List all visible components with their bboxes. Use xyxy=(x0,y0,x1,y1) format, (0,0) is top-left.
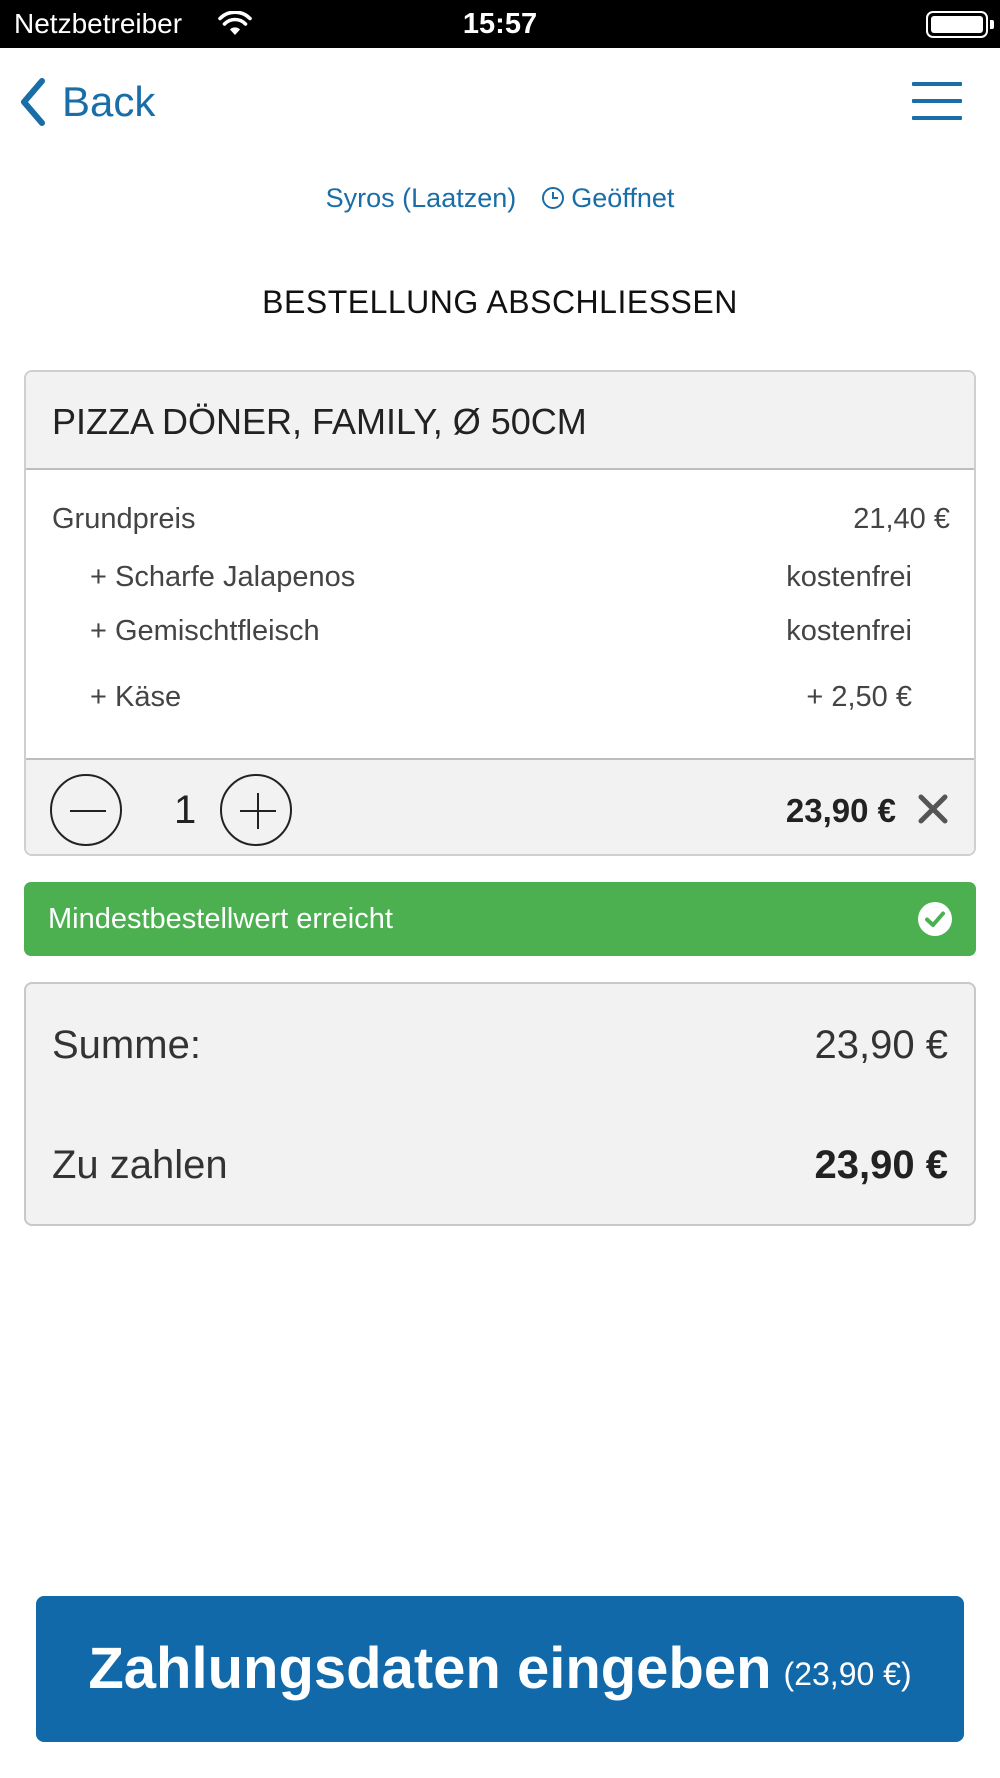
check-circle-icon xyxy=(918,902,952,936)
enter-payment-button[interactable]: Zahlungsdaten eingeben (23,90 €) xyxy=(36,1596,964,1742)
restaurant-location: (Laatzen) xyxy=(402,183,517,213)
status-bar: Netzbetreiber 15:57 xyxy=(0,0,1000,48)
open-status: Geöffnet xyxy=(571,183,675,213)
extra-price: + 2,50 € xyxy=(806,681,912,713)
extra-label: + Scharfe Jalapenos xyxy=(90,561,356,593)
back-button[interactable]: Back xyxy=(18,74,155,130)
extra-price: kostenfrei xyxy=(786,615,912,647)
back-label: Back xyxy=(62,78,156,125)
extra-label: + Gemischtfleisch xyxy=(90,615,320,647)
base-price-value: 21,40 € xyxy=(853,503,950,535)
quantity-row: 1 23,90 € xyxy=(26,758,974,854)
order-summary: Summe: 23,90 € Zu zahlen 23,90 € xyxy=(24,982,976,1226)
sum-value: 23,90 € xyxy=(814,1023,948,1067)
sum-label: Summe: xyxy=(52,1023,201,1067)
decrease-quantity-button[interactable] xyxy=(50,774,122,846)
restaurant-info: Syros (Laatzen) Geöffnet xyxy=(0,180,1000,216)
cart-item-card: PIZZA DÖNER, FAMILY, Ø 50CM Grundpreis 2… xyxy=(24,370,976,856)
pay-label: Zu zahlen xyxy=(52,1143,228,1187)
page-title: BESTELLUNG ABSCHLIESSEN xyxy=(262,284,738,320)
clock-icon xyxy=(542,187,565,209)
battery-icon xyxy=(926,11,994,38)
cta-label: Zahlungsdaten eingeben xyxy=(88,1636,772,1701)
hamburger-menu-icon[interactable] xyxy=(912,82,962,120)
pay-value: 23,90 € xyxy=(814,1143,948,1187)
remove-item-icon[interactable] xyxy=(916,792,950,826)
cart-item-header: PIZZA DÖNER, FAMILY, Ø 50CM xyxy=(26,372,974,470)
extra-price: kostenfrei xyxy=(786,561,912,593)
chevron-left-icon xyxy=(21,78,45,126)
quantity-value: 1 xyxy=(174,788,197,832)
item-name: PIZZA DÖNER, FAMILY, Ø 50CM xyxy=(52,401,587,442)
extra-label: + Käse xyxy=(90,681,182,713)
min-order-text: Mindestbestellwert erreicht xyxy=(48,903,393,935)
base-price-label: Grundpreis xyxy=(52,503,196,535)
min-order-banner: Mindestbestellwert erreicht xyxy=(24,882,976,956)
cta-amount: (23,90 €) xyxy=(783,1656,912,1692)
item-total: 23,90 € xyxy=(785,792,896,829)
restaurant-name: Syros xyxy=(325,183,395,213)
increase-quantity-button[interactable] xyxy=(220,774,292,846)
clock-time: 15:57 xyxy=(462,8,538,40)
